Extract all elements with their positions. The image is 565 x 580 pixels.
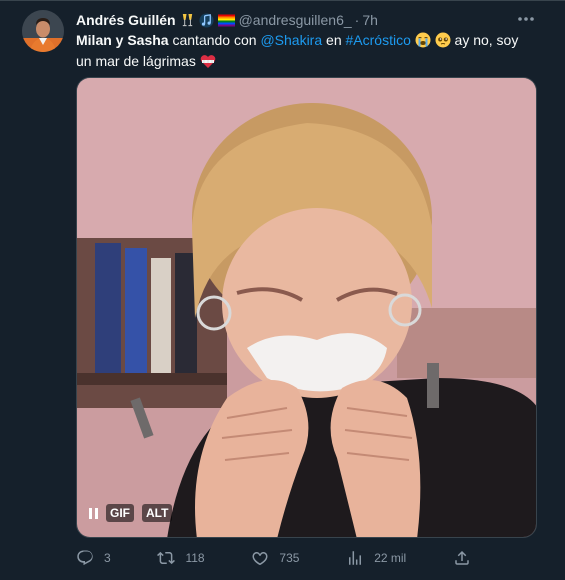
retweet-button[interactable]: 118: [157, 549, 205, 567]
mending-heart-icon: [200, 54, 216, 73]
music-note-icon: [199, 12, 214, 28]
share-icon: [455, 550, 469, 565]
retweet-icon: [157, 551, 176, 565]
more-button[interactable]: [513, 9, 539, 29]
more-icon: [518, 17, 534, 21]
gif-badge: GIF: [106, 504, 134, 522]
separator-dot: ·: [354, 12, 360, 28]
pleading-face-icon: [435, 32, 451, 52]
hashtag-link[interactable]: #Acróstico: [346, 32, 411, 48]
tweet-header: Andrés Guillén @andresguillen6_ · 7h: [76, 10, 525, 30]
tweet-text-bold: Milan y Sasha: [76, 32, 169, 48]
heart-icon: [252, 551, 268, 566]
tweet[interactable]: Andrés Guillén @andresguillen6_ · 7h Mil…: [0, 0, 565, 580]
reply-button[interactable]: 3: [76, 549, 111, 567]
mention-link[interactable]: @Shakira: [260, 32, 322, 48]
gif-frame: [77, 78, 536, 537]
action-bar: 3 118 735 22 mil: [76, 547, 471, 569]
author-name[interactable]: Andrés Guillén: [76, 12, 176, 28]
views-button[interactable]: 22 mil: [346, 549, 406, 567]
tweet-text-segment: cantando con: [168, 32, 261, 48]
reply-count: 3: [104, 551, 111, 565]
rainbow-flag-icon: [217, 14, 235, 27]
loudly-crying-face-icon: [415, 32, 431, 52]
tweet-text-segment: en: [322, 32, 346, 48]
timestamp[interactable]: 7h: [362, 12, 378, 28]
alt-badge[interactable]: ALT: [142, 504, 173, 522]
gif-media[interactable]: GIF ALT: [76, 77, 537, 538]
tweet-text: Milan y Sasha cantando con @Shakira en #…: [76, 31, 526, 73]
views-count: 22 mil: [374, 551, 407, 565]
champagne-icon: [180, 13, 195, 28]
gif-controls: GIF ALT: [89, 501, 173, 525]
pause-icon[interactable]: [89, 507, 98, 519]
author-handle[interactable]: @andresguillen6_: [239, 12, 352, 28]
reply-icon: [77, 550, 93, 566]
share-button[interactable]: [453, 549, 471, 567]
like-button[interactable]: 735: [251, 549, 299, 567]
views-icon: [349, 551, 362, 565]
avatar[interactable]: [22, 10, 64, 52]
like-count: 735: [279, 551, 300, 565]
retweet-count: 118: [185, 551, 205, 565]
